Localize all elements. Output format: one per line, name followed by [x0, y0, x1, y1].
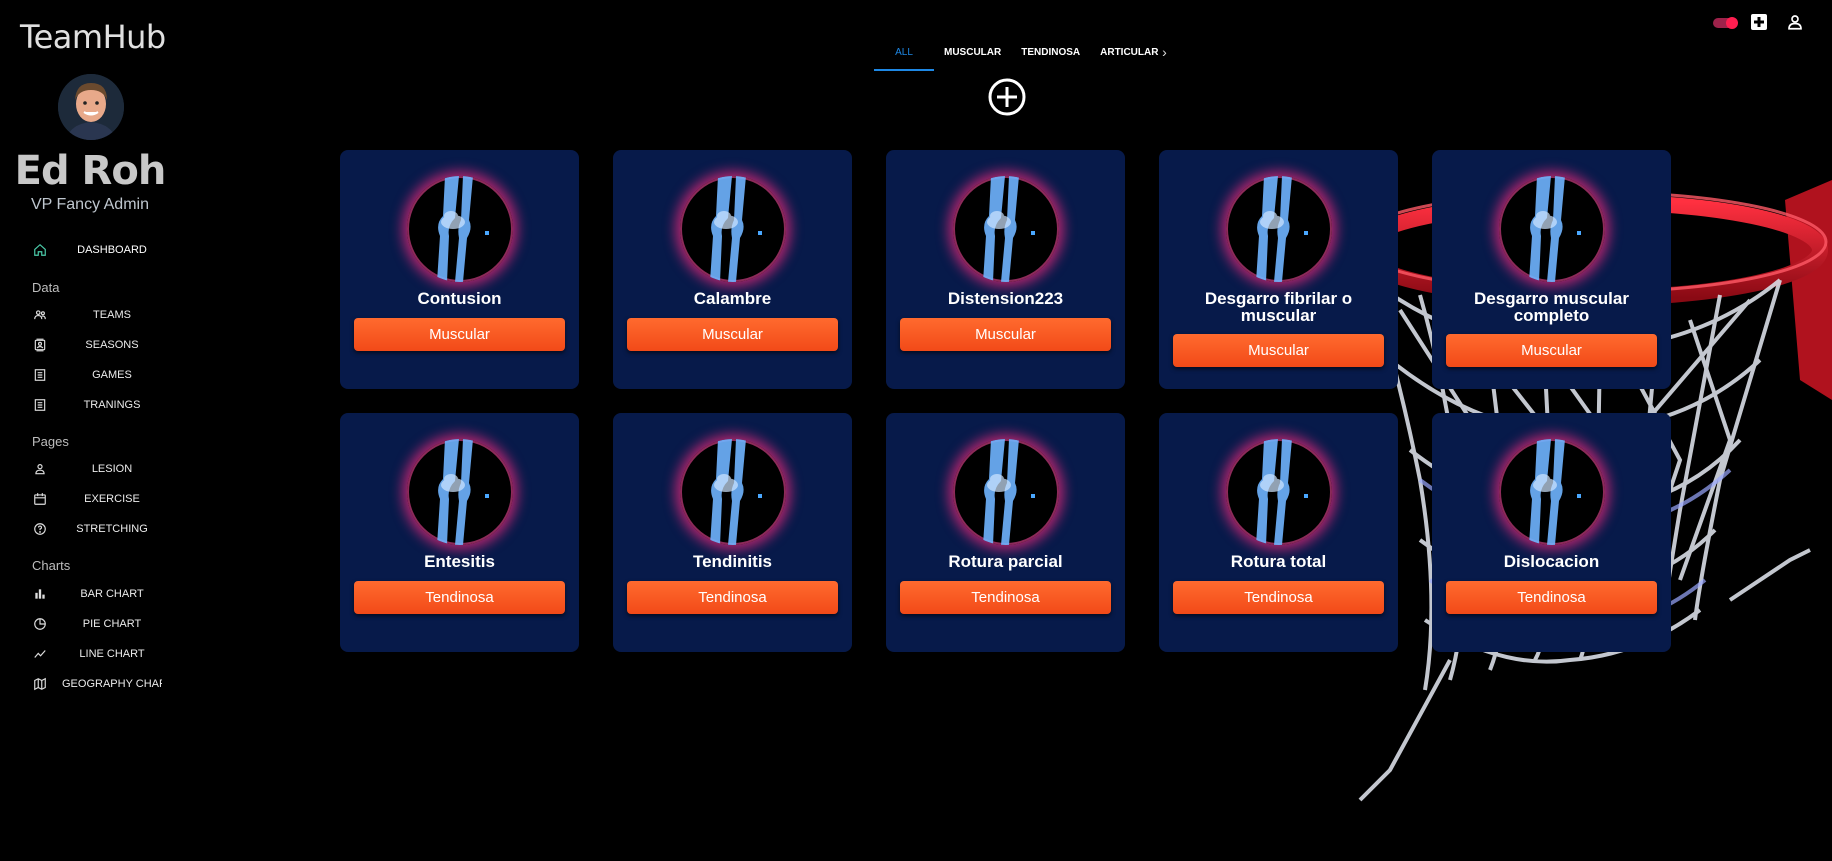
- card-title: Entesitis: [424, 552, 495, 571]
- sidebar-item-games[interactable]: GAMES: [32, 363, 174, 387]
- injury-card[interactable]: Calambre Muscular: [613, 150, 852, 389]
- card-title: Desgarro fibrilar o muscular: [1204, 289, 1353, 325]
- receipt-icon: [32, 397, 48, 413]
- sidebar-item-pie-chart[interactable]: PIE CHART: [32, 612, 174, 636]
- sidebar-item-label: STRETCHING: [76, 523, 148, 535]
- sidebar-item-seasons[interactable]: SEASONS: [32, 333, 174, 357]
- sidebar-item-label: TRANINGS: [83, 399, 141, 411]
- tab-muscular[interactable]: MUSCULAR: [934, 40, 1011, 69]
- sidebar-item-geography-chart[interactable]: GEOGRAPHY CHART: [32, 672, 174, 696]
- category-button[interactable]: Tendinosa: [1173, 581, 1384, 614]
- sidebar-item-dashboard[interactable]: DASHBOARD: [32, 238, 174, 262]
- injury-card[interactable]: Desgarro fibrilar o muscular Muscular: [1159, 150, 1398, 389]
- card-title: Desgarro muscular completo: [1474, 289, 1629, 325]
- category-button[interactable]: Muscular: [900, 318, 1111, 351]
- category-button[interactable]: Muscular: [1446, 334, 1657, 367]
- category-tabs: ALL MUSCULAR TENDINOSA ARTICULAR ›: [874, 40, 1167, 71]
- tab-articular[interactable]: ARTICULAR: [1090, 40, 1160, 69]
- person-icon: [32, 461, 48, 477]
- injury-card[interactable]: Dislocacion Tendinosa: [1432, 413, 1671, 652]
- section-heading-pages: Pages: [32, 434, 69, 449]
- xray-image: [953, 176, 1059, 282]
- chevron-right-icon[interactable]: ›: [1162, 40, 1167, 70]
- injury-card[interactable]: Rotura parcial Tendinosa: [886, 413, 1125, 652]
- sidebar-item-label: GEOGRAPHY CHART: [62, 678, 162, 690]
- sidebar-item-label: PIE CHART: [82, 618, 142, 630]
- xray-image: [1499, 439, 1605, 545]
- injury-card[interactable]: Desgarro muscular completo Muscular: [1432, 150, 1671, 389]
- card-title: Dislocacion: [1503, 552, 1600, 571]
- sidebar-item-label: BAR CHART: [80, 588, 144, 600]
- injury-card[interactable]: Rotura total Tendinosa: [1159, 413, 1398, 652]
- sidebar-item-tranings[interactable]: TRANINGS: [32, 393, 174, 417]
- plus-box-icon[interactable]: [1750, 13, 1768, 31]
- sidebar-item-stretching[interactable]: STRETCHING: [32, 517, 174, 541]
- theme-toggle[interactable]: [1713, 16, 1739, 29]
- injury-card[interactable]: Contusion Muscular: [340, 150, 579, 389]
- xray-image: [680, 439, 786, 545]
- sidebar-item-label: EXERCISE: [84, 493, 140, 505]
- avatar-photo: [58, 74, 124, 140]
- tab-all[interactable]: ALL: [874, 40, 934, 71]
- plus-circle-icon: [988, 78, 1026, 116]
- card-title: Contusion: [417, 289, 502, 308]
- sidebar-item-label: LINE CHART: [79, 648, 145, 660]
- receipt-icon: [32, 367, 48, 383]
- calendar-icon: [32, 491, 48, 507]
- card-title: Distension223: [947, 289, 1064, 308]
- xray-image: [1499, 176, 1605, 282]
- category-button[interactable]: Muscular: [1173, 334, 1384, 367]
- home-icon: [32, 242, 48, 258]
- category-button[interactable]: Tendinosa: [900, 581, 1111, 614]
- xray-image: [407, 176, 513, 282]
- category-button[interactable]: Muscular: [354, 318, 565, 351]
- user-role: VP Fancy Admin: [31, 196, 149, 213]
- card-title: Rotura parcial: [948, 552, 1063, 571]
- sidebar-item-label: TEAMS: [93, 309, 131, 321]
- pie-chart-icon: [32, 616, 48, 632]
- map-icon: [32, 676, 48, 692]
- sidebar-item-label: LESION: [91, 463, 133, 475]
- category-button[interactable]: Tendinosa: [1446, 581, 1657, 614]
- xray-image: [1226, 439, 1332, 545]
- card-title: Rotura total: [1230, 552, 1327, 571]
- injury-card[interactable]: Entesitis Tendinosa: [340, 413, 579, 652]
- section-heading-charts: Charts: [32, 558, 71, 573]
- sidebar-item-line-chart[interactable]: LINE CHART: [32, 642, 174, 666]
- xray-image: [953, 439, 1059, 545]
- category-button[interactable]: Tendinosa: [627, 581, 838, 614]
- sidebar-item-label: GAMES: [92, 369, 132, 381]
- sidebar-item-label: SEASONS: [85, 339, 139, 351]
- bar-chart-icon: [32, 586, 48, 602]
- sidebar-item-label: DASHBOARD: [77, 244, 147, 256]
- xray-image: [680, 176, 786, 282]
- section-heading-data: Data: [32, 280, 60, 295]
- people-icon: [32, 307, 48, 323]
- sidebar-item-lesion[interactable]: LESION: [32, 457, 174, 481]
- card-title: Calambre: [693, 289, 772, 308]
- category-button[interactable]: Muscular: [627, 318, 838, 351]
- contacts-icon: [32, 337, 48, 353]
- sidebar-item-exercise[interactable]: EXERCISE: [32, 487, 174, 511]
- person-icon[interactable]: [1786, 13, 1804, 31]
- tab-tendinosa[interactable]: TENDINOSA: [1011, 40, 1090, 69]
- user-avatar: [58, 74, 124, 140]
- xray-image: [1226, 176, 1332, 282]
- sidebar-item-bar-chart[interactable]: BAR CHART: [32, 582, 174, 606]
- category-button[interactable]: Tendinosa: [354, 581, 565, 614]
- add-button[interactable]: [988, 78, 1026, 116]
- sidebar-item-teams[interactable]: TEAMS: [32, 303, 174, 327]
- injury-card[interactable]: Distension223 Muscular: [886, 150, 1125, 389]
- injury-card[interactable]: Tendinitis Tendinosa: [613, 413, 852, 652]
- line-chart-icon: [32, 646, 48, 662]
- sidebar: TeamHub Ed Roh VP Fancy Admin DASHBOARD …: [0, 0, 175, 861]
- help-icon: [32, 521, 48, 537]
- card-title: Tendinitis: [692, 552, 772, 571]
- user-name: Ed Roh: [14, 148, 167, 194]
- xray-image: [407, 439, 513, 545]
- app-title: TeamHub: [20, 18, 166, 56]
